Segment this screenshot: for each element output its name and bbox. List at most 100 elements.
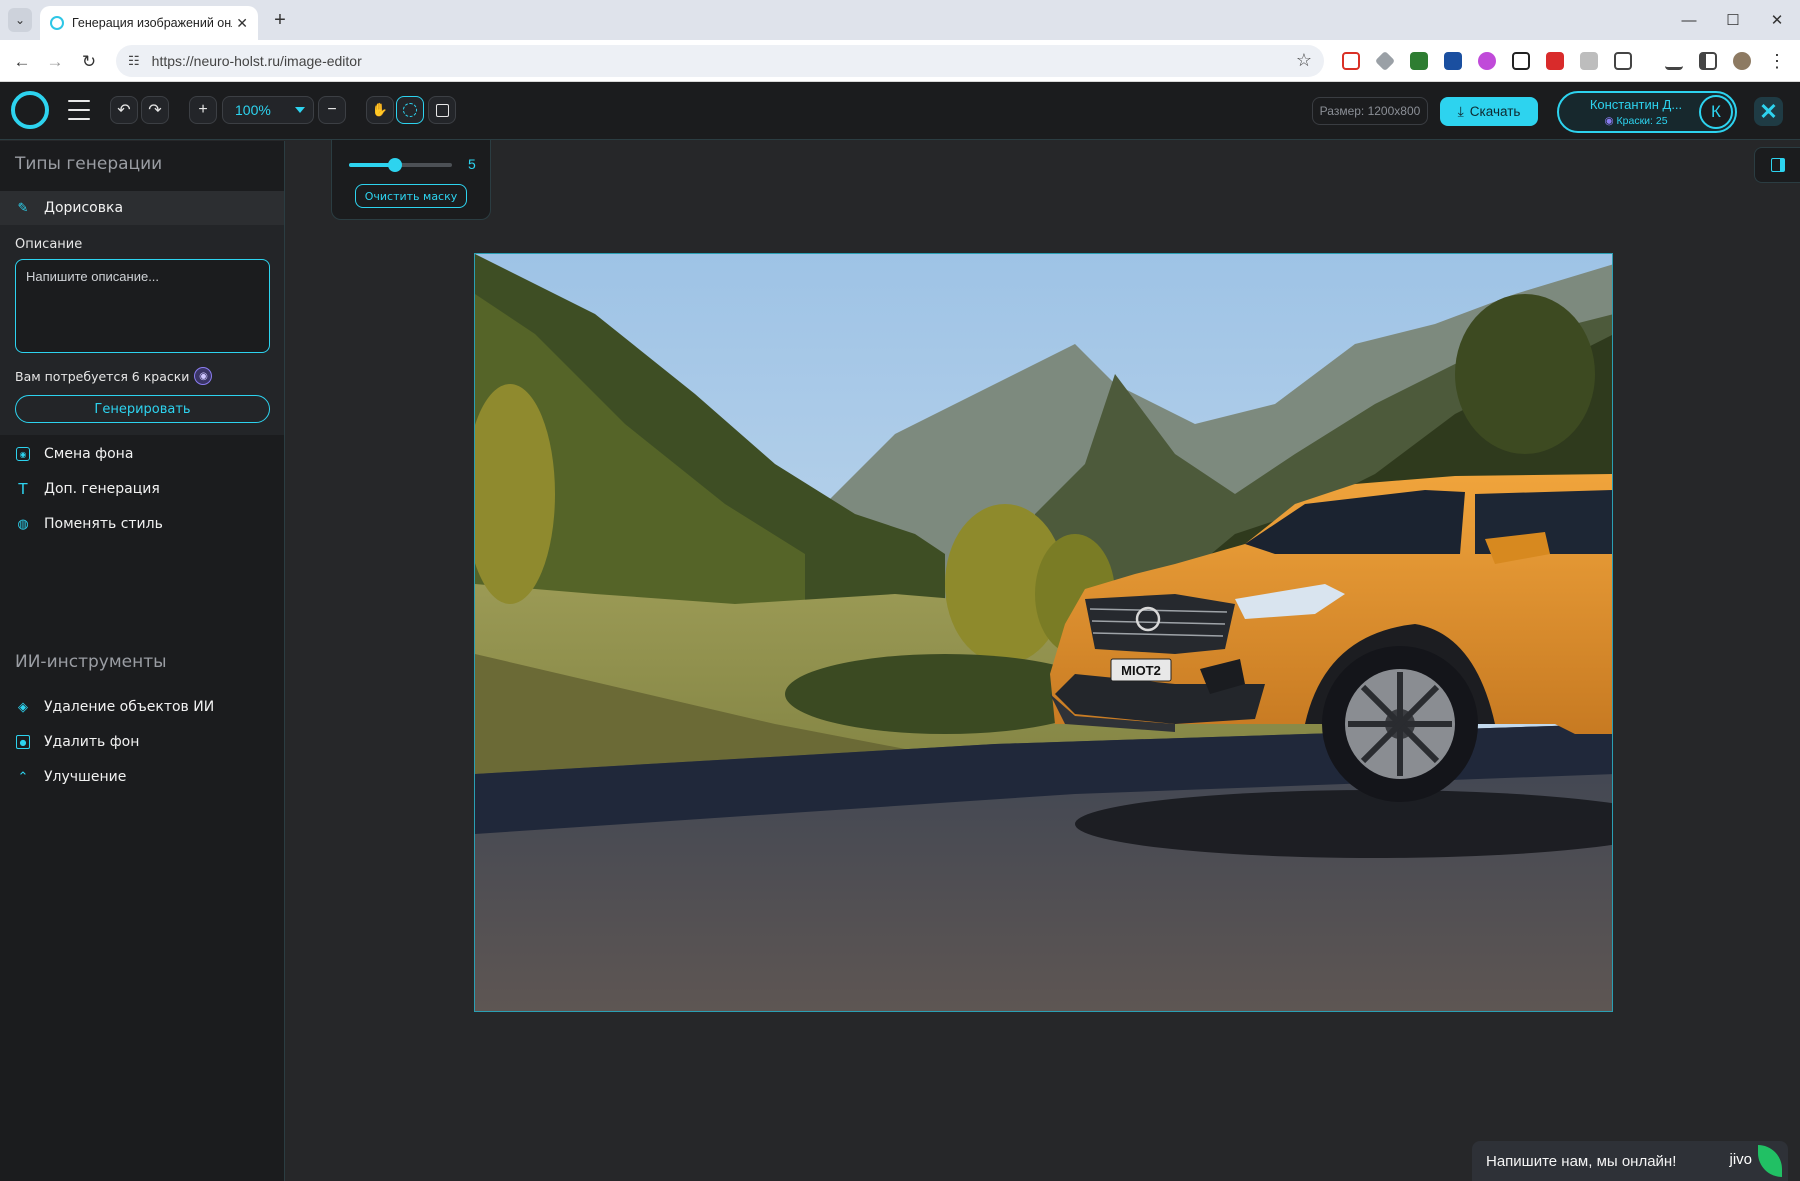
sidebar-item-label: Дорисовка bbox=[44, 200, 124, 216]
address-bar[interactable]: ☷ https://neuro-holst.ru/image-editor ☆ bbox=[116, 45, 1324, 77]
tab-search-button[interactable]: ⌄ bbox=[8, 8, 32, 32]
ai-tools-heading: ИИ-инструменты bbox=[15, 652, 167, 672]
canvas-image[interactable]: MIOT2 bbox=[474, 253, 1613, 1012]
redo-button[interactable]: ↷ bbox=[141, 96, 169, 124]
mask-select-tool-button[interactable] bbox=[396, 96, 424, 124]
sidebar-item-label: Поменять стиль bbox=[44, 516, 163, 532]
notion-extension-icon[interactable] bbox=[1512, 52, 1530, 70]
sidebar-item-label: Удалить фон bbox=[44, 734, 140, 750]
dotted-circle-icon bbox=[403, 103, 417, 117]
window-close-button[interactable]: ✕ bbox=[1762, 8, 1792, 32]
credits-label: Краски: 25 bbox=[1616, 115, 1668, 127]
extension-gray-icon[interactable] bbox=[1580, 52, 1598, 70]
sidebar-item-upscale[interactable]: ⌃ Улучшение bbox=[0, 760, 284, 794]
jivo-logo: jivo bbox=[1729, 1151, 1752, 1168]
image-tool-button[interactable] bbox=[428, 96, 456, 124]
paint-drop-icon: ◉ bbox=[1604, 115, 1614, 127]
gen-types-heading: Типы генерации bbox=[15, 154, 163, 174]
credits-balance: ◉ Краски: 25 bbox=[1573, 115, 1699, 127]
user-name: Константин Д... bbox=[1589, 97, 1683, 112]
remove-bg-icon: ● bbox=[16, 735, 30, 749]
maximize-button[interactable]: ☐ bbox=[1718, 8, 1748, 32]
chevron-down-icon: ⌄ bbox=[14, 13, 26, 27]
app-header: ↶ ↷ + 100% − ✋ Размер: 1200x800 ⤓ Скачат… bbox=[0, 82, 1800, 140]
site-info-icon[interactable]: ☷ bbox=[128, 53, 140, 69]
browser-toolbar: ← → ↻ ☷ https://neuro-holst.ru/image-edi… bbox=[0, 40, 1800, 82]
chat-text: Напишите нам, мы онлайн! bbox=[1486, 1152, 1677, 1170]
eraser-icon: ◈ bbox=[18, 699, 28, 715]
sidebar-item-label: Улучшение bbox=[44, 769, 127, 785]
sidebar-item-bg-replace[interactable]: ◉ Смена фона bbox=[0, 437, 284, 471]
bookmark-star-icon[interactable]: ☆ bbox=[1296, 50, 1312, 71]
undo-button[interactable]: ↶ bbox=[110, 96, 138, 124]
tab-close-icon[interactable]: ✕ bbox=[236, 15, 248, 32]
brush-size-slider[interactable] bbox=[349, 158, 452, 172]
car-photo: MIOT2 bbox=[475, 254, 1612, 1011]
extension-diamond-icon[interactable] bbox=[1374, 50, 1396, 72]
image-size-label: Размер: 1200x800 bbox=[1312, 97, 1428, 125]
sidebar-item-label: Удаление объектов ИИ bbox=[44, 699, 215, 715]
plus-icon: + bbox=[198, 101, 208, 118]
palette-icon: ◍ bbox=[17, 516, 29, 532]
cost-text: Вам потребуется 6 краски bbox=[15, 368, 190, 384]
downloads-icon[interactable] bbox=[1665, 52, 1683, 70]
avatar[interactable]: К bbox=[1699, 95, 1733, 129]
upscale-icon: ⌃ bbox=[17, 769, 29, 785]
hand-tool-button[interactable]: ✋ bbox=[366, 96, 394, 124]
menu-icon[interactable] bbox=[68, 100, 90, 120]
favicon-icon bbox=[50, 16, 64, 30]
chat-widget[interactable]: Напишите нам, мы онлайн! jivo bbox=[1472, 1141, 1788, 1181]
new-tab-button[interactable]: + bbox=[268, 8, 292, 32]
browser-tab-active[interactable]: Генерация изображений онлайн ✕ bbox=[40, 6, 258, 40]
slider-thumb[interactable] bbox=[388, 158, 403, 172]
zoom-in-button[interactable]: + bbox=[189, 96, 217, 124]
extension-blue-icon[interactable] bbox=[1444, 52, 1462, 70]
license-plate: MIOT2 bbox=[1121, 663, 1161, 678]
caret-down-icon bbox=[295, 107, 305, 113]
url-text: https://neuro-holst.ru/image-editor bbox=[151, 53, 362, 69]
download-icon: ⤓ bbox=[1457, 103, 1464, 119]
undo-icon: ↶ bbox=[117, 102, 131, 119]
user-profile[interactable]: Константин Д... ◉ Краски: 25 К bbox=[1557, 91, 1737, 133]
sidebar-item-remove-bg[interactable]: ● Удалить фон bbox=[0, 725, 284, 759]
logo[interactable] bbox=[11, 91, 49, 129]
extension-purple-icon[interactable] bbox=[1478, 52, 1496, 70]
brush-size-value: 5 bbox=[468, 156, 476, 172]
reload-button[interactable]: ↻ bbox=[76, 49, 102, 75]
extension-red-icon[interactable] bbox=[1546, 52, 1564, 70]
sidebar-item-object-removal[interactable]: ◈ Удаление объектов ИИ bbox=[0, 690, 284, 724]
close-editor-button[interactable]: ✕ bbox=[1754, 97, 1783, 126]
profile-avatar-icon[interactable] bbox=[1733, 52, 1751, 70]
brush-icon: ✎ bbox=[17, 200, 29, 216]
description-input[interactable] bbox=[15, 259, 270, 353]
paint-drop-icon: ◉ bbox=[194, 367, 213, 385]
extensions-puzzle-icon[interactable] bbox=[1614, 52, 1632, 70]
cost-note: Вам потребуется 6 краски ◉ bbox=[15, 367, 213, 385]
back-button[interactable]: ← bbox=[9, 49, 35, 75]
gmail-extension-icon[interactable] bbox=[1342, 52, 1360, 70]
leaf-icon bbox=[1758, 1145, 1782, 1177]
forward-button[interactable]: → bbox=[42, 49, 68, 75]
sidebar-item-label: Доп. генерация bbox=[44, 481, 160, 497]
extension-green-icon[interactable] bbox=[1410, 52, 1428, 70]
browser-tab-bar: ⌄ Генерация изображений онлайн ✕ + — ☐ ✕ bbox=[0, 0, 1800, 40]
zoom-select[interactable]: 100% bbox=[222, 96, 314, 124]
generate-button[interactable]: Генерировать bbox=[15, 395, 270, 423]
tab-title: Генерация изображений онлайн bbox=[72, 16, 232, 30]
minimize-button[interactable]: — bbox=[1674, 8, 1704, 32]
hand-icon: ✋ bbox=[371, 102, 389, 117]
clear-mask-button[interactable]: Очистить маску bbox=[355, 184, 467, 208]
image-frame-icon bbox=[435, 103, 449, 117]
right-panel-toggle[interactable] bbox=[1754, 147, 1800, 183]
sidebar-item-inpaint[interactable]: ✎ Дорисовка bbox=[0, 191, 284, 225]
download-button[interactable]: ⤓ Скачать bbox=[1440, 97, 1538, 126]
menu-kebab-icon[interactable]: ⋮ bbox=[1768, 52, 1786, 70]
description-label: Описание bbox=[15, 237, 83, 252]
side-panel-icon[interactable] bbox=[1699, 52, 1717, 70]
bg-replace-icon: ◉ bbox=[16, 447, 30, 461]
sidebar-item-style[interactable]: ◍ Поменять стиль bbox=[0, 507, 284, 541]
sidebar: Типы генерации ✎ Дорисовка Описание Вам … bbox=[0, 141, 285, 1181]
sidebar-item-label: Смена фона bbox=[44, 446, 134, 462]
sidebar-item-extra-gen[interactable]: T Доп. генерация bbox=[0, 472, 284, 506]
zoom-out-button[interactable]: − bbox=[318, 96, 346, 124]
